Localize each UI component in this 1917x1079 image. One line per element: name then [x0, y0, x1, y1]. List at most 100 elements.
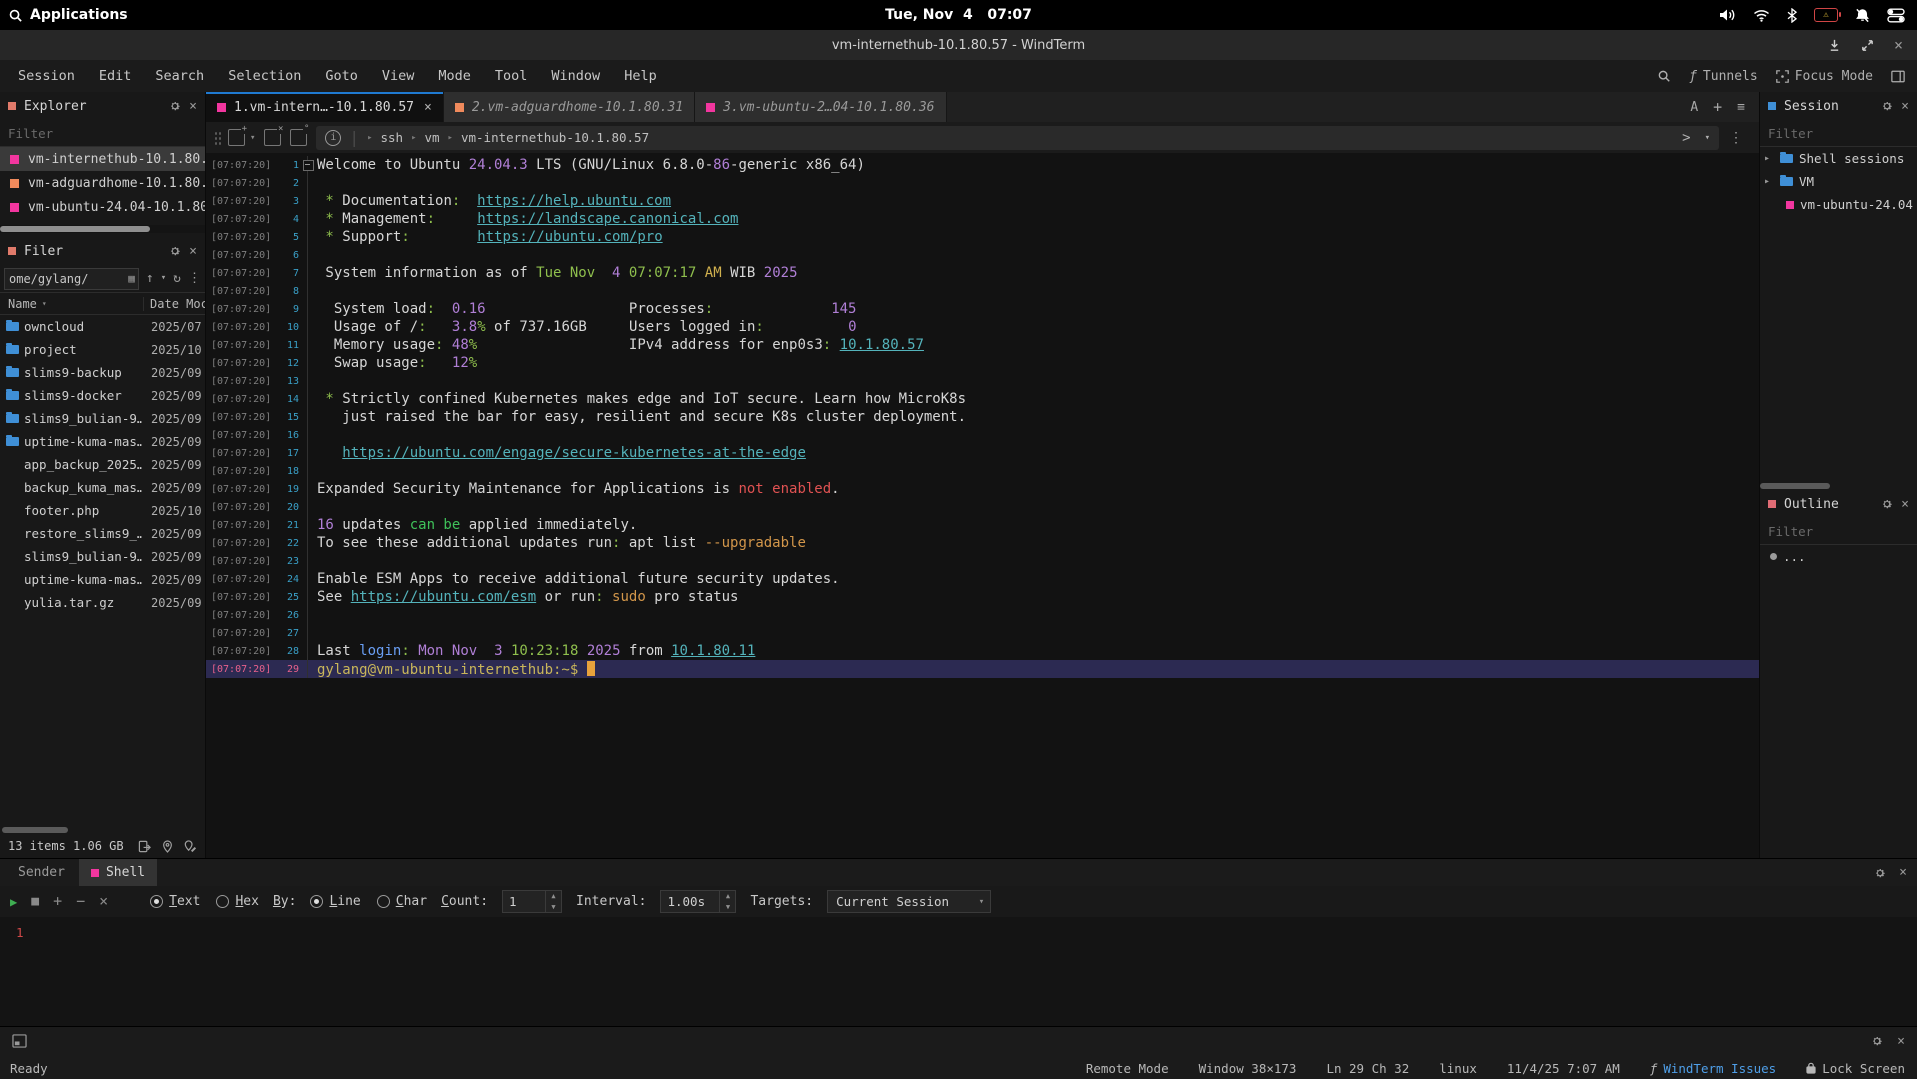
menu-item-mode[interactable]: Mode	[426, 60, 483, 92]
status-item-11-4-25-7-07-am[interactable]: 11/4/25 7:07 AM	[1507, 1061, 1620, 1076]
session-info-icon[interactable]: i	[325, 130, 341, 146]
explorer-session-item[interactable]: vm-ubuntu-24.04-10.1.80.	[0, 195, 205, 219]
menu-item-selection[interactable]: Selection	[216, 60, 313, 92]
focus-mode-button[interactable]: Focus Mode	[1776, 69, 1873, 84]
count-stepper[interactable]: 1 ▲▼	[502, 890, 562, 913]
explorer-session-item[interactable]: vm-adguardhome-10.1.80.3	[0, 171, 205, 195]
refresh-icon[interactable]: ↻	[173, 272, 181, 285]
menu-item-session[interactable]: Session	[6, 60, 87, 92]
filer-path-input[interactable]	[5, 272, 128, 286]
edit-pin-icon[interactable]	[184, 840, 197, 853]
menu-item-window[interactable]: Window	[539, 60, 612, 92]
tab-list-icon[interactable]: ≡	[1737, 100, 1745, 115]
chevron-right-icon[interactable]: ▸	[1764, 153, 1774, 164]
outline-close-icon[interactable]: ×	[1901, 498, 1909, 511]
session-filter-input[interactable]	[1760, 126, 1917, 141]
send-play-icon[interactable]: ▶	[10, 895, 17, 909]
reveal-file-icon[interactable]	[138, 840, 151, 853]
status-item-linux[interactable]: linux	[1439, 1061, 1477, 1076]
clear-icon[interactable]: ×	[99, 894, 108, 909]
terminal-tab[interactable]: 2.vm-adguardhome-10.1.80.31	[444, 92, 695, 122]
breadcrumb-item[interactable]: vm	[424, 130, 439, 145]
sender-editor[interactable]: 1	[0, 917, 1917, 1026]
terminal-link[interactable]: https://landscape.canonical.com	[477, 211, 738, 227]
terminal-link[interactable]: 10.1.80.57	[840, 337, 924, 353]
notifications-off-icon[interactable]	[1855, 8, 1870, 23]
wifi-icon[interactable]	[1753, 9, 1770, 22]
terminal-window-icon[interactable]	[12, 1034, 27, 1048]
session-tree-item[interactable]: vm-ubuntu-24.04	[1760, 193, 1917, 216]
terminal-link[interactable]: 10.1.80.11	[671, 643, 755, 659]
outline-item[interactable]: ...	[1760, 545, 1917, 568]
close-window-icon[interactable]: ×	[1894, 38, 1903, 53]
interval-down-icon[interactable]: ▼	[720, 902, 735, 913]
file-row[interactable]: slims9-backup2025/09	[0, 361, 205, 384]
explorer-filter-input[interactable]	[0, 126, 205, 141]
reopen-terminal-icon[interactable]: °	[290, 129, 307, 146]
session-tree-folder[interactable]: ▸VM	[1760, 170, 1917, 193]
terminal-tab[interactable]: 1.vm-intern…-10.1.80.57×	[206, 92, 444, 122]
explorer-close-icon[interactable]: ×	[189, 100, 197, 113]
file-row[interactable]: slims9-docker2025/09	[0, 384, 205, 407]
breadcrumb-item[interactable]: ssh	[380, 130, 403, 145]
radio-hex[interactable]: Hex	[216, 894, 258, 909]
status-item-lock-screen[interactable]: Lock Screen	[1806, 1061, 1905, 1076]
new-tab-plus-icon[interactable]: +	[1713, 98, 1722, 116]
explorer-hscrollbar-thumb[interactable]	[0, 226, 150, 232]
path-dropdown-icon[interactable]: ▾	[161, 274, 166, 283]
radio-char[interactable]: Char	[377, 894, 427, 909]
add-icon[interactable]: +	[53, 894, 62, 909]
file-row[interactable]: slims9_bulian-9…2025/09	[0, 407, 205, 430]
chevron-down-icon[interactable]: ▾	[1705, 133, 1710, 143]
filer-hscrollbar-thumb[interactable]	[2, 827, 68, 833]
menu-item-search[interactable]: Search	[143, 60, 216, 92]
path-grid-icon[interactable]: ▦	[128, 272, 138, 285]
radio-line[interactable]: Line	[310, 894, 360, 909]
search-icon[interactable]	[1657, 69, 1671, 83]
session-tree-folder[interactable]: ▸Shell sessions	[1760, 147, 1917, 170]
sender-tab-shell[interactable]: Shell	[79, 859, 157, 886]
fold-collapse-icon[interactable]	[303, 160, 314, 171]
new-terminal-icon[interactable]: +	[228, 129, 245, 146]
file-row[interactable]: yulia.tar.gz2025/09	[0, 591, 205, 614]
font-size-button[interactable]: A	[1690, 100, 1698, 115]
sender-panel-title[interactable]: Sender	[0, 865, 79, 880]
count-up-icon[interactable]: ▲	[546, 891, 561, 902]
sender-close-icon[interactable]: ×	[1899, 866, 1907, 879]
explorer-settings-gear-icon[interactable]	[169, 100, 181, 112]
layout-panel-icon[interactable]	[1891, 70, 1905, 83]
new-terminal-dropdown-icon[interactable]: ▾	[250, 133, 255, 143]
tab-close-icon[interactable]: ×	[424, 100, 432, 115]
battery-warning-icon[interactable]: ⚠	[1814, 8, 1838, 22]
status-item-windterm-issues[interactable]: ƒWindTerm Issues	[1650, 1061, 1776, 1076]
chevron-right-icon[interactable]: >	[1682, 130, 1690, 146]
outline-filter-input[interactable]	[1760, 524, 1917, 539]
menu-item-help[interactable]: Help	[612, 60, 669, 92]
terminal-output[interactable]: [07:07:20]1Welcome to Ubuntu 24.04.3 LTS…	[206, 153, 1759, 858]
close-terminal-icon[interactable]: ×	[264, 129, 281, 146]
stop-icon[interactable]: ■	[31, 895, 39, 908]
count-down-icon[interactable]: ▼	[546, 902, 561, 913]
minimize-icon[interactable]	[1828, 39, 1841, 52]
system-toggles-icon[interactable]	[1887, 8, 1905, 23]
menu-item-tool[interactable]: Tool	[483, 60, 540, 92]
status-item-remote-mode[interactable]: Remote Mode	[1086, 1061, 1169, 1076]
session-hscrollbar-thumb[interactable]	[1760, 483, 1830, 489]
clock[interactable]: Tue, Nov 4 07:07	[0, 7, 1917, 23]
drag-handle-icon[interactable]	[214, 131, 221, 145]
file-row[interactable]: project2025/10	[0, 338, 205, 361]
file-row[interactable]: footer.php2025/10	[0, 499, 205, 522]
remove-icon[interactable]: −	[76, 894, 85, 909]
location-pin-icon[interactable]	[162, 840, 173, 853]
file-row[interactable]: uptime-kuma-mas…2025/09	[0, 430, 205, 453]
terminal-link[interactable]: https://ubuntu.com/engage/secure-kuberne…	[342, 445, 806, 461]
restore-window-icon[interactable]	[1861, 39, 1874, 52]
interval-stepper[interactable]: 1.00s ▲▼	[660, 890, 736, 913]
menu-item-goto[interactable]: Goto	[313, 60, 370, 92]
menu-item-view[interactable]: View	[370, 60, 427, 92]
terminal-link[interactable]: https://ubuntu.com/pro	[477, 229, 662, 245]
session-close-icon[interactable]: ×	[1901, 100, 1909, 113]
terminal-link[interactable]: https://ubuntu.com/esm	[351, 589, 536, 605]
filer-settings-gear-icon[interactable]	[169, 245, 181, 257]
breadcrumb-item[interactable]: vm-internethub-10.1.80.57	[461, 130, 649, 145]
